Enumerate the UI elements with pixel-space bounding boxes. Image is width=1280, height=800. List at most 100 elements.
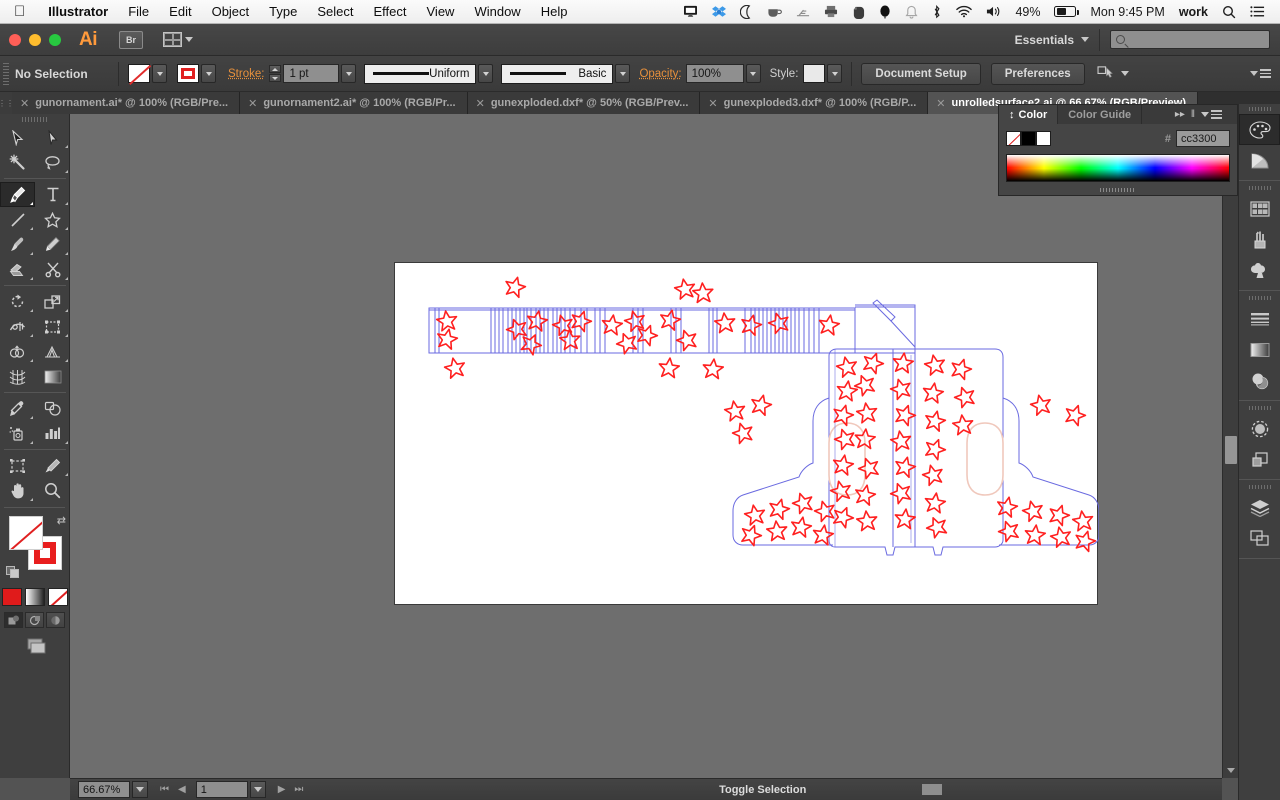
battery-icon[interactable] <box>1047 0 1083 24</box>
artboard-tool[interactable] <box>0 453 35 478</box>
screen-mode-button[interactable] <box>0 636 69 656</box>
scrollbar-thumb[interactable] <box>922 783 942 795</box>
color-panel[interactable]: ↕ Color Color Guide ▸▸ ‖ # cc3300 <box>998 104 1238 196</box>
hand-tool[interactable] <box>0 478 35 503</box>
rotate-tool[interactable] <box>0 289 35 314</box>
notification-center-icon[interactable] <box>1243 0 1272 24</box>
dropbox-icon[interactable] <box>705 0 733 24</box>
menu-item-edit[interactable]: Edit <box>159 0 201 24</box>
close-icon[interactable]: ✕ <box>936 97 945 110</box>
artboard-number-input[interactable]: 1 <box>195 781 248 798</box>
workspace-switcher[interactable]: Essentials <box>1005 28 1100 51</box>
user-label[interactable]: work <box>1172 0 1215 24</box>
draw-behind-button[interactable] <box>25 612 44 628</box>
last-artboard-icon[interactable]: ⏭ <box>294 784 303 795</box>
antenna-icon[interactable] <box>789 0 817 24</box>
menu-item-illustrator[interactable]: Illustrator <box>38 0 118 24</box>
pencil-tool[interactable] <box>35 232 70 257</box>
menu-item-help[interactable]: Help <box>531 0 578 24</box>
go-to-bridge-button[interactable]: Br <box>119 30 143 49</box>
document-tab-gunexploded3[interactable]: ✕ gunexploded3.dxf* @ 100% (RGB/P... <box>700 92 929 114</box>
menu-item-view[interactable]: View <box>417 0 465 24</box>
evernote-icon[interactable] <box>845 0 872 24</box>
brush-definition-select[interactable]: Basic <box>501 63 614 84</box>
canvas-vertical-scrollbar[interactable] <box>1222 114 1238 778</box>
zoom-level-input[interactable]: 66.67% <box>78 781 130 798</box>
collapse-panel-icon[interactable]: ▸▸ <box>1175 109 1185 120</box>
draw-normal-button[interactable] <box>4 612 23 628</box>
stroke-dropdown[interactable] <box>201 64 216 83</box>
apple-menu-icon[interactable]:  <box>0 4 38 19</box>
blend-tool[interactable] <box>35 396 70 421</box>
default-fill-stroke-icon[interactable] <box>6 566 19 584</box>
none-mode-button[interactable] <box>47 588 68 606</box>
zoom-window-button[interactable] <box>49 33 61 46</box>
brush-definition-dropdown[interactable] <box>615 64 631 83</box>
width-tool[interactable] <box>0 314 35 339</box>
arrange-documents-icon[interactable] <box>163 32 193 47</box>
opacity-dropdown[interactable] <box>745 64 761 83</box>
artboard-dropdown[interactable] <box>249 781 266 798</box>
stroke-weight-input[interactable]: 1 pt <box>283 64 340 83</box>
blob-brush-tool[interactable] <box>0 257 35 282</box>
scissors-tool[interactable] <box>35 257 70 282</box>
scale-tool[interactable] <box>35 289 70 314</box>
column-graph-tool[interactable] <box>35 421 70 446</box>
panel-menu-icon[interactable] <box>1250 69 1271 78</box>
scrollbar-thumb[interactable] <box>1225 436 1237 464</box>
stroke-panel-icon[interactable] <box>1239 303 1280 334</box>
brushes-panel-icon[interactable] <box>1239 224 1280 255</box>
slice-tool[interactable] <box>35 453 70 478</box>
panel-menu-icon[interactable] <box>1201 110 1222 119</box>
opacity-label[interactable]: Opacity: <box>639 68 681 80</box>
graphic-style-swatch[interactable] <box>803 64 826 83</box>
document-canvas[interactable] <box>70 114 1222 778</box>
tools-panel-grip[interactable] <box>0 114 69 125</box>
display-icon[interactable] <box>676 0 705 24</box>
color-guide-icon[interactable] <box>1239 145 1280 176</box>
color-spectrum-ramp[interactable] <box>1006 154 1230 182</box>
menu-item-type[interactable]: Type <box>259 0 307 24</box>
close-icon[interactable]: ✕ <box>20 97 29 110</box>
graphic-style-dropdown[interactable] <box>827 64 843 83</box>
stroke-weight-dropdown[interactable] <box>341 64 357 83</box>
color-panel-icon[interactable] <box>1239 114 1280 145</box>
tab-color[interactable]: ↕ Color <box>999 105 1059 124</box>
appearance-panel-icon[interactable] <box>1239 413 1280 444</box>
direct-selection-tool[interactable] <box>35 125 70 150</box>
panel-resize-grip[interactable] <box>999 185 1237 194</box>
artboards-panel-icon[interactable] <box>1239 523 1280 554</box>
volume-icon[interactable] <box>979 0 1008 24</box>
stroke-label[interactable]: Stroke: <box>228 68 264 80</box>
fill-dropdown[interactable] <box>152 64 167 83</box>
swatch-black[interactable] <box>1021 131 1036 146</box>
gradient-mode-button[interactable] <box>24 588 45 606</box>
close-window-button[interactable] <box>9 33 21 46</box>
symbol-sprayer-tool[interactable] <box>0 421 35 446</box>
scroll-down-button[interactable] <box>1223 762 1239 778</box>
close-icon[interactable]: ✕ <box>476 97 485 110</box>
stroke-swatch[interactable] <box>177 64 199 83</box>
control-bar-grip[interactable] <box>3 62 9 85</box>
select-similar-icon[interactable] <box>1097 65 1115 83</box>
menu-item-window[interactable]: Window <box>464 0 530 24</box>
lasso-tool[interactable] <box>35 150 70 175</box>
gradient-tool[interactable] <box>35 364 70 389</box>
first-artboard-icon[interactable]: ⏮ <box>160 784 169 795</box>
next-artboard-icon[interactable]: ▶ <box>278 784 286 795</box>
graphic-styles-panel-icon[interactable] <box>1239 444 1280 475</box>
magic-wand-tool[interactable] <box>0 150 35 175</box>
stroke-profile-dropdown[interactable] <box>478 64 494 83</box>
symbols-panel-icon[interactable] <box>1239 255 1280 286</box>
select-similar-dropdown[interactable] <box>1120 71 1129 76</box>
tab-bar-grip[interactable]: ⋮⋮ <box>0 92 14 114</box>
eyedropper-tool[interactable] <box>0 396 35 421</box>
previous-artboard-icon[interactable]: ◀ <box>178 784 186 795</box>
zoom-tool[interactable] <box>35 478 70 503</box>
menu-item-effect[interactable]: Effect <box>363 0 416 24</box>
fill-color-swatch[interactable] <box>9 516 43 550</box>
stroke-weight-stepper[interactable] <box>269 65 282 82</box>
menu-item-file[interactable]: File <box>118 0 159 24</box>
wifi-icon[interactable] <box>949 0 979 24</box>
dock-group-grip[interactable] <box>1239 482 1280 492</box>
